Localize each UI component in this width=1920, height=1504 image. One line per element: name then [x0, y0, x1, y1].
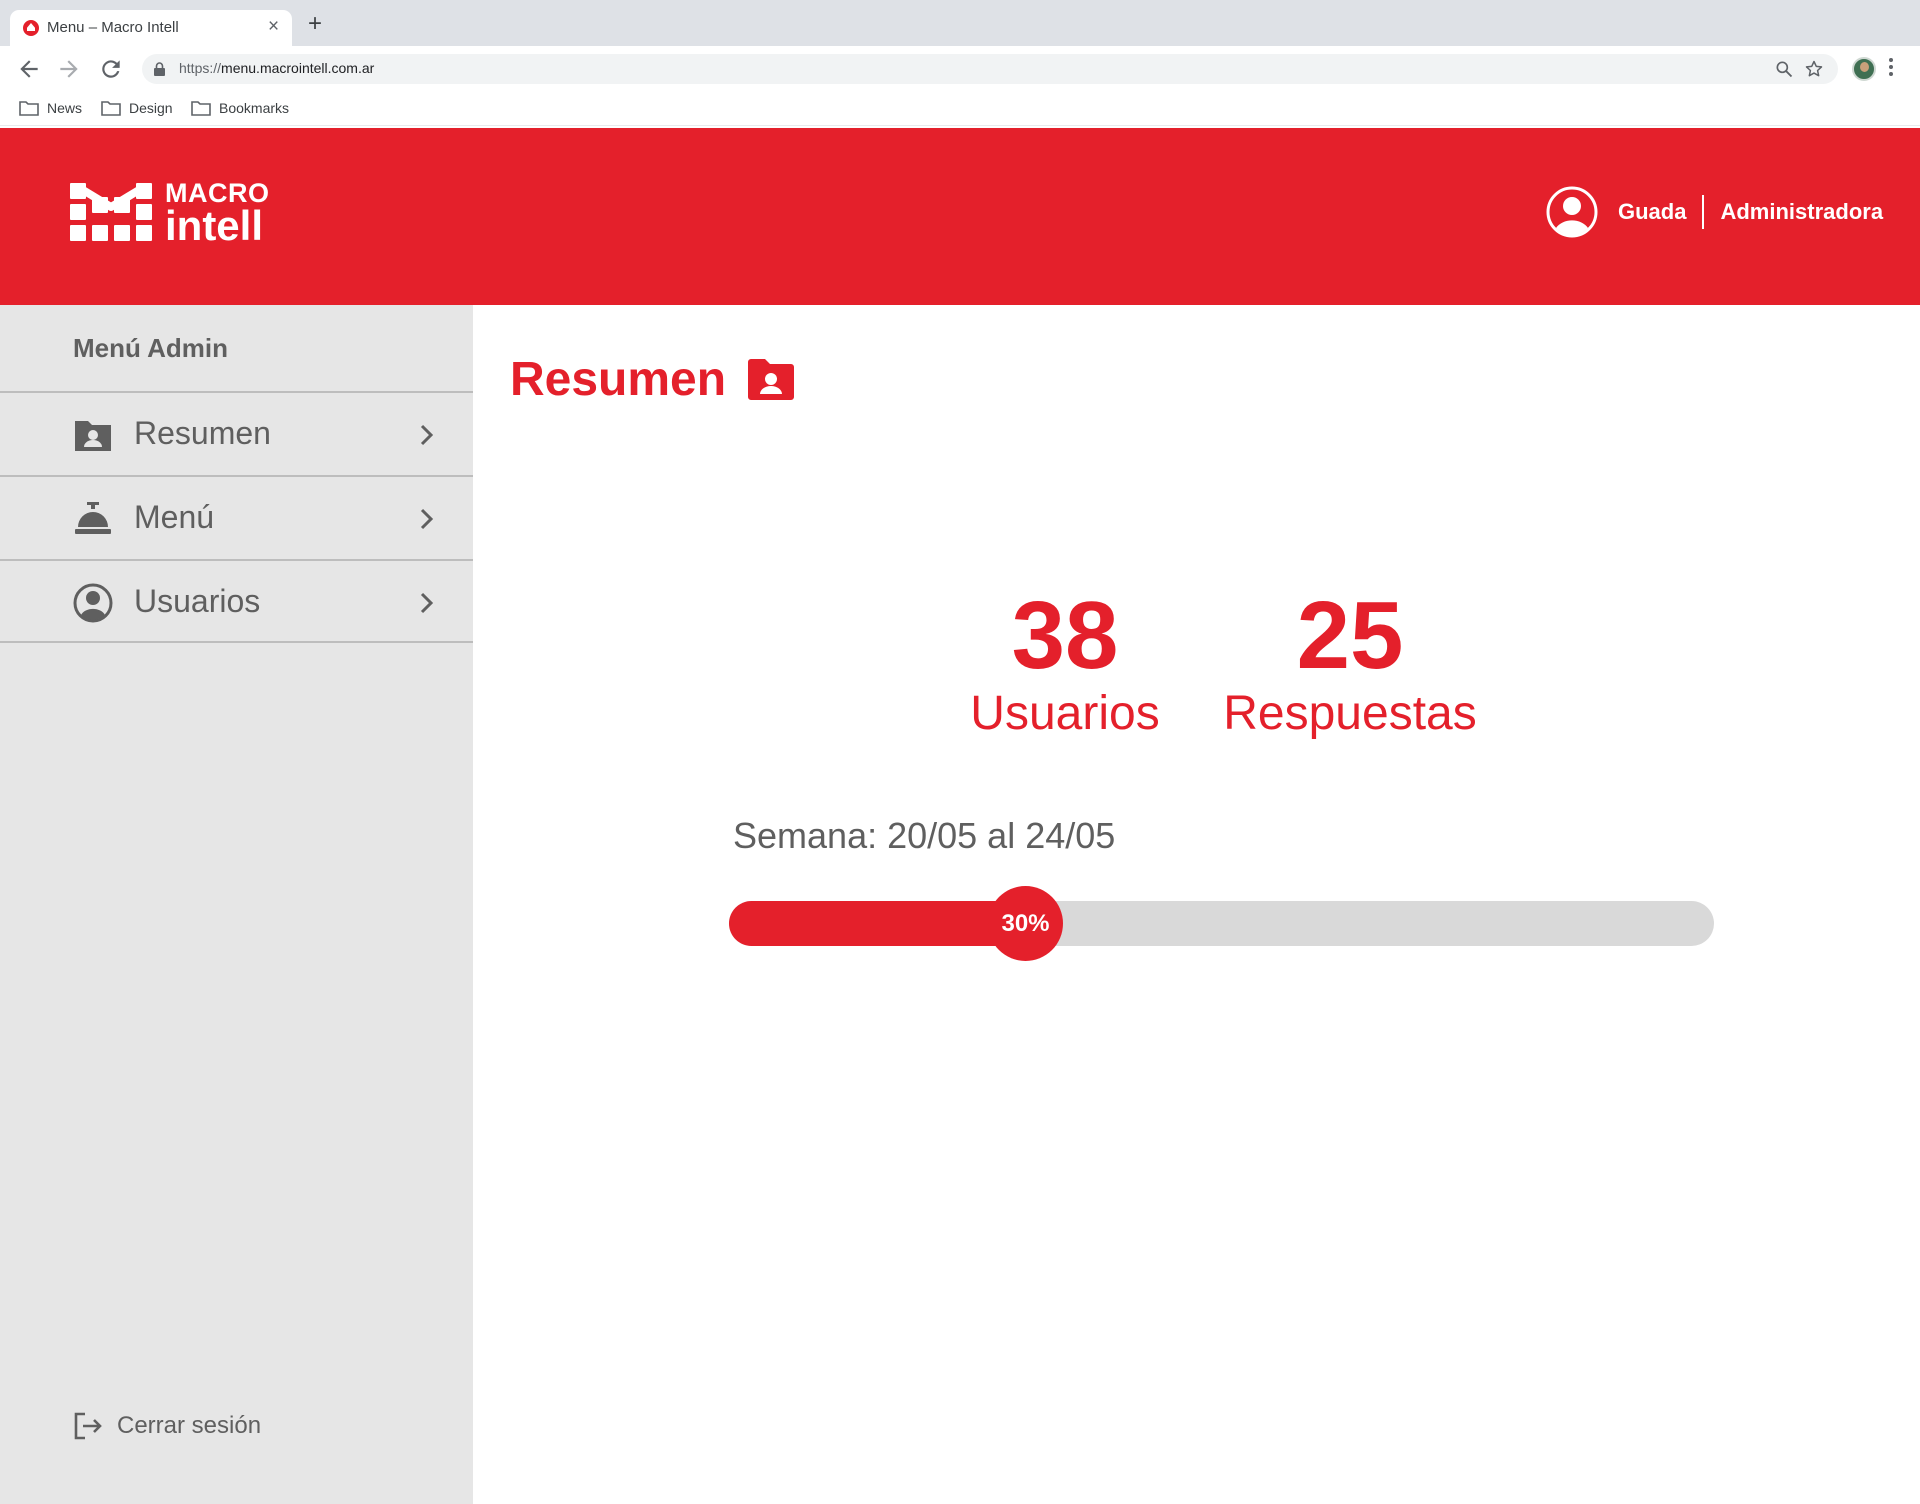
url-text: https://menu.macrointell.com.ar: [179, 60, 375, 76]
close-tab-icon[interactable]: ×: [268, 17, 279, 37]
user-avatar-icon: [1546, 186, 1598, 238]
folder-user-icon: [75, 421, 111, 451]
folder-icon: [191, 101, 211, 116]
stat-label: Usuarios: [970, 687, 1160, 740]
brand-bottom-text: intell: [165, 202, 264, 249]
week-label: Semana: 20/05 al 24/05: [733, 815, 1116, 856]
tab-title: Menu – Macro Intell: [47, 19, 179, 36]
forward-arrow-icon[interactable]: [56, 56, 82, 82]
logout-label: Cerrar sesión: [117, 1412, 262, 1439]
folder-icon: [101, 101, 121, 116]
browser-menu-icon[interactable]: [1889, 58, 1895, 79]
logout-button[interactable]: Cerrar sesión: [73, 1411, 261, 1441]
user-role: Administradora: [1720, 199, 1884, 224]
stat-value: 38: [1011, 582, 1119, 689]
profile-avatar[interactable]: [1852, 57, 1876, 81]
bookmark-news[interactable]: News: [19, 100, 82, 116]
sidebar-item-usuarios[interactable]: Usuarios: [0, 559, 473, 643]
sidebar-item-label: Menú: [134, 499, 215, 535]
bookmark-star-icon[interactable]: [1804, 59, 1824, 84]
lock-icon: [154, 62, 165, 81]
stat-respuestas: 25 Respuestas: [1220, 588, 1480, 741]
sidebar-title: Menú Admin: [73, 333, 229, 363]
sidebar: Menú Admin Resumen Menú Usuarios Cerrar …: [0, 305, 473, 1504]
address-bar[interactable]: https://menu.macrointell.com.ar: [142, 54, 1838, 84]
page-title: Resumen: [510, 352, 796, 407]
browser-tabstrip: Menu – Macro Intell × +: [0, 0, 1920, 46]
favicon-icon: [23, 20, 39, 36]
stat-usuarios: 38 Usuarios: [962, 588, 1168, 741]
service-bell-icon: [75, 502, 111, 534]
chevron-right-icon: [420, 424, 434, 446]
user-divider: [1702, 195, 1705, 229]
progress-knob: 30%: [988, 886, 1063, 961]
stat-label: Respuestas: [1223, 687, 1477, 740]
chevron-right-icon: [420, 592, 434, 614]
sidebar-item-resumen[interactable]: Resumen: [0, 391, 473, 475]
folder-user-icon: [748, 358, 795, 400]
user-menu[interactable]: Guada Administradora: [1546, 186, 1883, 238]
chevron-right-icon: [420, 508, 434, 530]
brand-logo[interactable]: MACRO intell: [165, 180, 270, 247]
page-title-text: Resumen: [510, 353, 727, 406]
user-circle-icon: [73, 583, 113, 623]
browser-toolbar: https://menu.macrointell.com.ar: [0, 46, 1920, 92]
zoom-icon[interactable]: [1774, 59, 1794, 84]
bookmarks-bar: News Design Bookmarks: [0, 92, 1920, 126]
bookmark-bookmarks[interactable]: Bookmarks: [191, 100, 289, 116]
sidebar-item-label: Resumen: [134, 415, 271, 451]
progress-bar: 30%: [729, 886, 1714, 961]
sidebar-item-label: Usuarios: [134, 583, 261, 619]
reload-icon[interactable]: [98, 56, 124, 82]
folder-icon: [19, 101, 39, 116]
browser-tab[interactable]: Menu – Macro Intell ×: [10, 10, 292, 46]
sidebar-item-menu[interactable]: Menú: [0, 475, 473, 559]
user-name: Guada: [1618, 199, 1687, 224]
stat-value: 25: [1296, 582, 1404, 689]
macro-intell-logo-icon: [70, 183, 152, 241]
bookmark-design[interactable]: Design: [101, 100, 173, 116]
back-arrow-icon[interactable]: [16, 56, 42, 82]
logout-icon: [74, 1412, 102, 1440]
new-tab-button[interactable]: +: [308, 12, 322, 36]
